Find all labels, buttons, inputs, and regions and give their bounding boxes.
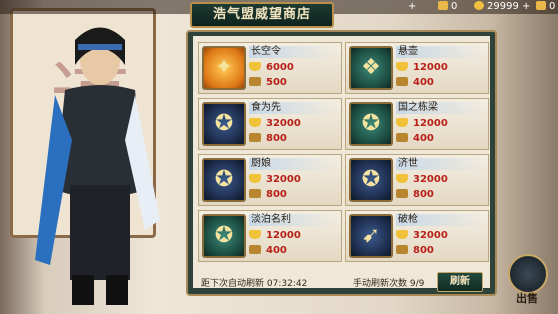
item-price-ingot: 6000 xyxy=(249,61,329,74)
gourd-badge-icon: ❖ xyxy=(349,46,393,90)
item-name: 悬壶 xyxy=(396,46,486,58)
prestige-icon xyxy=(249,77,261,86)
prestige-icon xyxy=(396,77,408,86)
item-name: 食为先 xyxy=(249,102,339,114)
item-name: 国之栋梁 xyxy=(396,102,486,114)
prestige-icon xyxy=(249,189,261,198)
prestige-icon xyxy=(396,245,408,254)
ingot-icon xyxy=(396,118,408,127)
item-price-prestige: 400 xyxy=(249,244,329,257)
ingot-icon xyxy=(249,62,261,71)
coin-icon xyxy=(474,1,484,10)
badge-icon: ✪ xyxy=(202,158,246,202)
item-name: 淡泊名利 xyxy=(249,214,339,226)
refresh-button[interactable]: 刷新 xyxy=(437,272,483,292)
ingot-icon xyxy=(536,1,546,10)
ingot-icon xyxy=(396,174,408,183)
character-avatar-icon[interactable] xyxy=(508,254,548,294)
item-price-ingot: 32000 xyxy=(396,229,476,242)
shop-inner: ✦ 长空令 6000 500 ❖ 悬壶 12000 400 ✪ 食为先 3200… xyxy=(193,36,490,292)
badge-icon: ✪ xyxy=(202,102,246,146)
item-name: 长空令 xyxy=(249,46,339,58)
badge-icon: ✪ xyxy=(349,158,393,202)
plus-icon[interactable]: + xyxy=(408,1,416,12)
ingot-icon xyxy=(249,230,261,239)
shop-item-6[interactable]: ✪ 淡泊名利 12000 400 xyxy=(198,210,342,262)
scroll-icon xyxy=(438,1,448,10)
shop-panel: ✦ 长空令 6000 500 ❖ 悬壶 12000 400 ✪ 食为先 3200… xyxy=(186,30,497,296)
shop-title: 浩气盟威望商店 xyxy=(190,2,334,28)
manual-refresh-info: 手动刷新次数 9/9 xyxy=(353,279,425,289)
item-name: 厨娘 xyxy=(249,158,339,170)
spear-badge-icon: ➹ xyxy=(349,214,393,258)
shop-item-1[interactable]: ❖ 悬壶 12000 400 xyxy=(345,42,489,94)
shop-item-4[interactable]: ✪ 厨娘 32000 800 xyxy=(198,154,342,206)
shop-item-3[interactable]: ✪ 国之栋梁 12000 400 xyxy=(345,98,489,150)
item-price-ingot: 32000 xyxy=(249,117,329,130)
item-price-prestige: 500 xyxy=(249,76,329,89)
ingot-icon xyxy=(249,118,261,127)
exit-button[interactable]: 出售 xyxy=(502,254,552,310)
prestige-icon xyxy=(396,189,408,198)
character-portrait xyxy=(35,27,160,305)
item-price-prestige: 800 xyxy=(249,188,329,201)
item-price-prestige: 800 xyxy=(396,244,476,257)
item-price-ingot: 12000 xyxy=(249,229,329,242)
shop-item-2[interactable]: ✪ 食为先 32000 800 xyxy=(198,98,342,150)
prestige-icon xyxy=(396,133,408,142)
currency-plus-2[interactable]: + xyxy=(522,0,530,14)
ingot-icon xyxy=(249,174,261,183)
item-price-prestige: 400 xyxy=(396,76,476,89)
currency-3: 0 xyxy=(536,0,555,14)
item-price-prestige: 800 xyxy=(396,188,476,201)
shop-item-5[interactable]: ✪ 济世 32000 800 xyxy=(345,154,489,206)
plus-icon[interactable]: + xyxy=(522,1,530,12)
ingot-icon xyxy=(396,62,408,71)
item-name: 济世 xyxy=(396,158,486,170)
auto-refresh-info: 距下次自动刷新 07:32:42 xyxy=(201,279,308,289)
prestige-icon xyxy=(249,245,261,254)
ingot-icon xyxy=(396,230,408,239)
prestige-icon xyxy=(249,133,261,142)
shop-item-7[interactable]: ➹ 破枪 32000 800 xyxy=(345,210,489,262)
currency-1: 0 xyxy=(438,0,457,14)
exit-label[interactable]: 出售 xyxy=(502,290,552,306)
badge-icon: ✪ xyxy=(349,102,393,146)
currency-2: 29999 xyxy=(474,0,519,14)
item-price-ingot: 12000 xyxy=(396,117,476,130)
item-price-ingot: 32000 xyxy=(249,173,329,186)
currency-plus-1[interactable]: + xyxy=(408,0,416,14)
item-price-prestige: 400 xyxy=(396,132,476,145)
item-price-ingot: 12000 xyxy=(396,61,476,74)
command-token-icon: ✦ xyxy=(202,46,246,90)
item-price-prestige: 800 xyxy=(249,132,329,145)
item-name: 破枪 xyxy=(396,214,486,226)
item-price-ingot: 32000 xyxy=(396,173,476,186)
shop-item-0[interactable]: ✦ 长空令 6000 500 xyxy=(198,42,342,94)
badge-icon: ✪ xyxy=(202,214,246,258)
